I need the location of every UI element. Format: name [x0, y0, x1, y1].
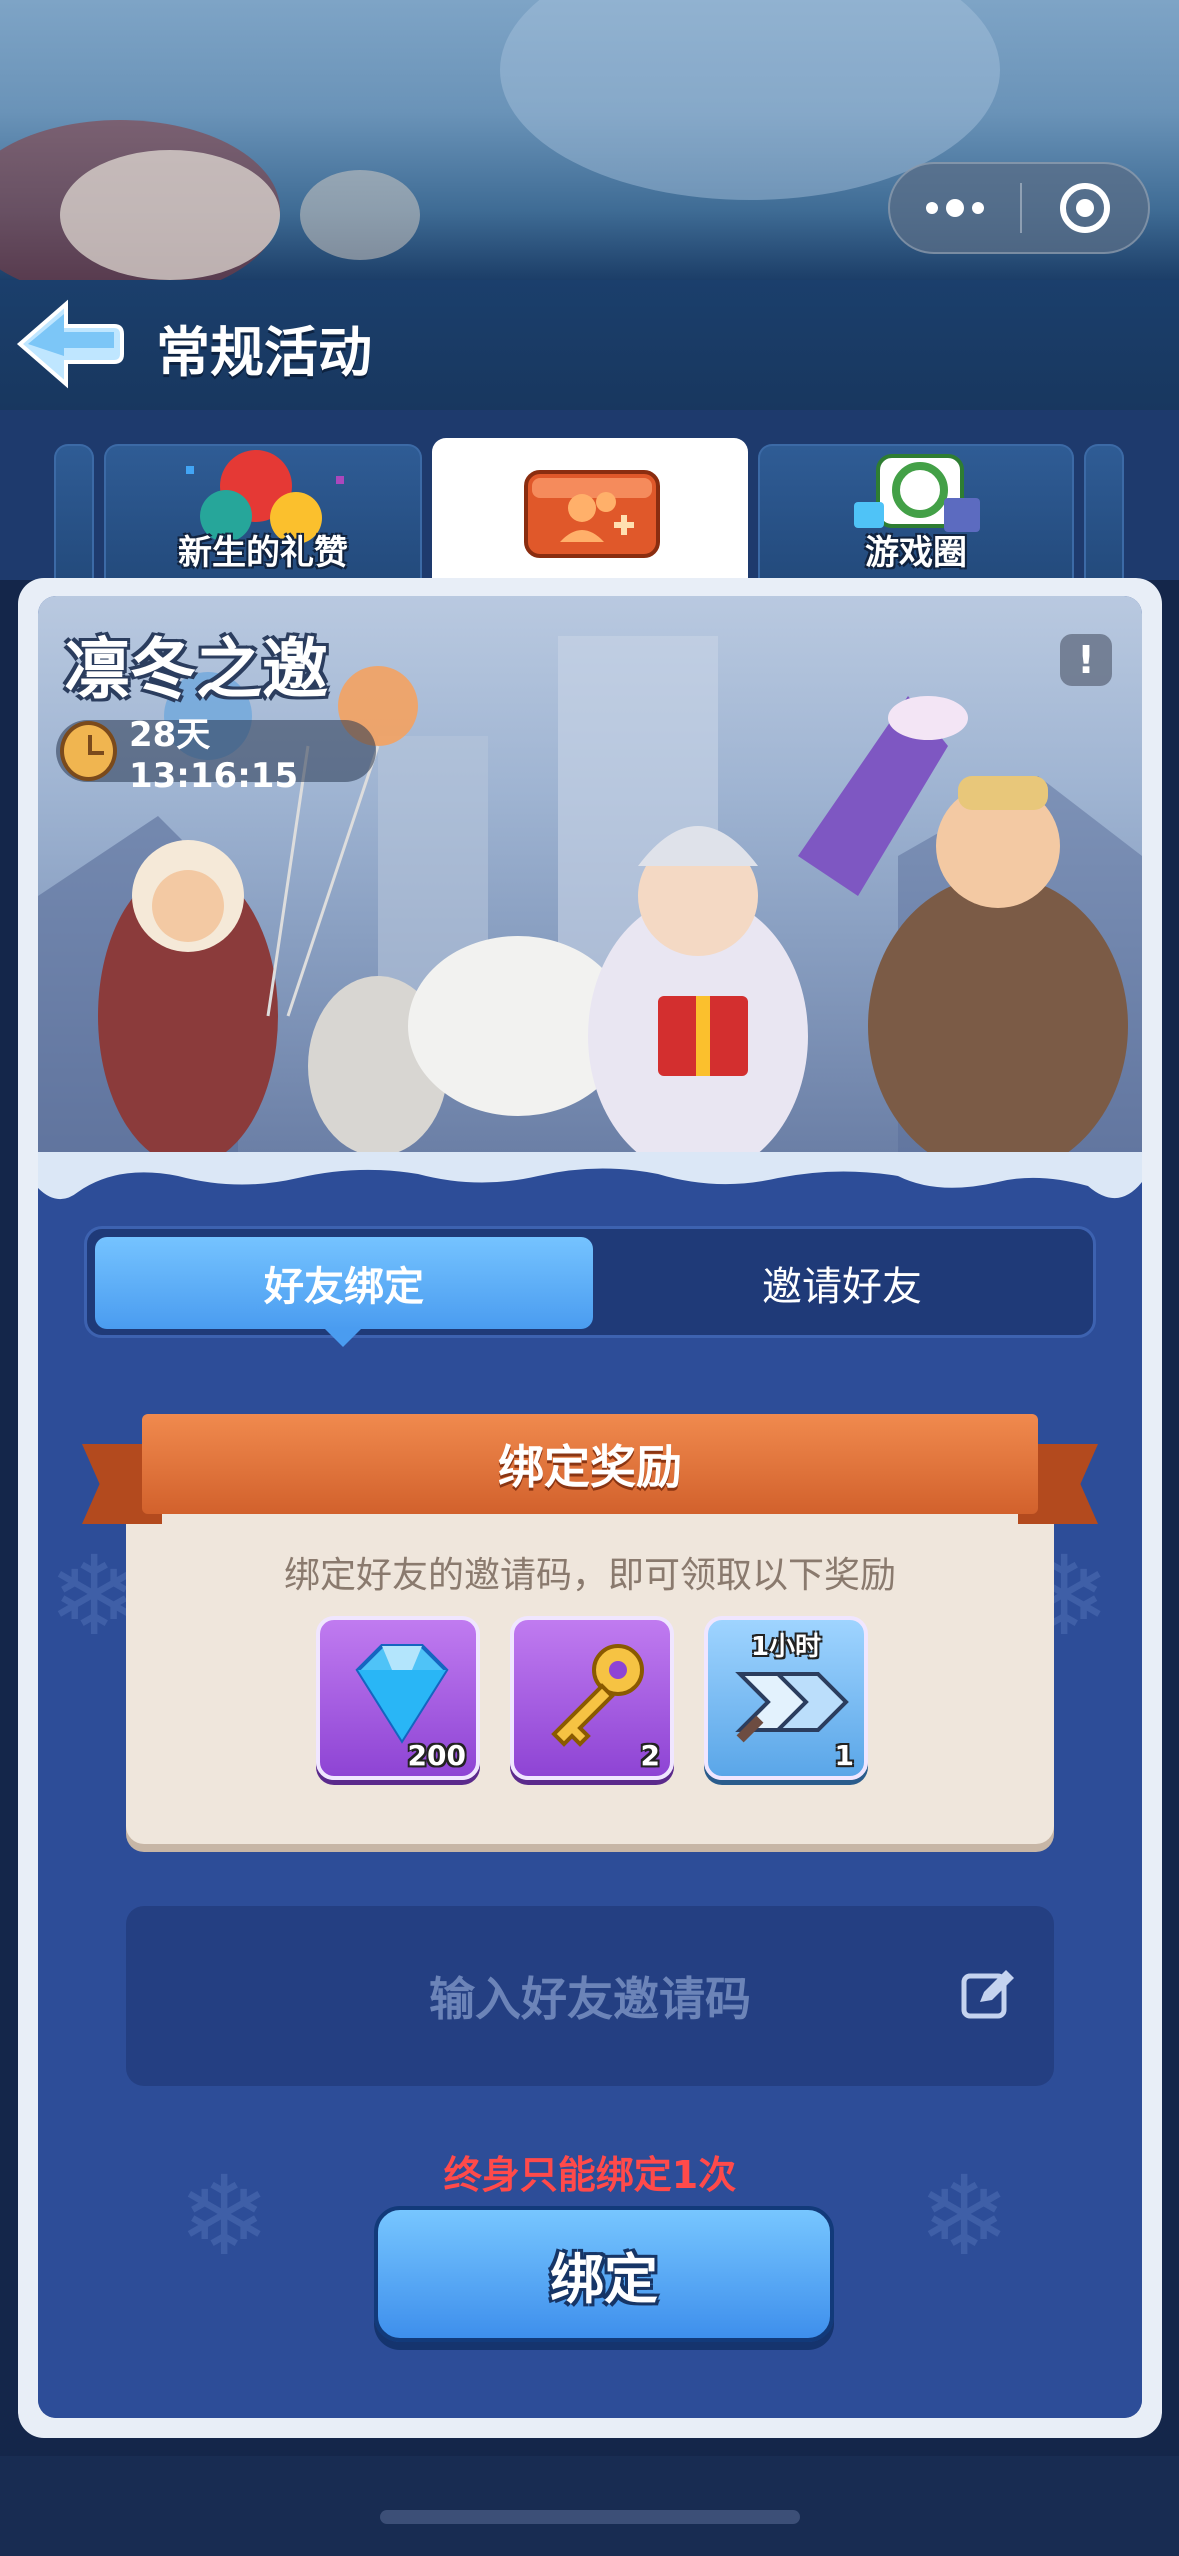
- bind-limit-notice: 终身只能绑定1次: [443, 2153, 737, 2197]
- tab-friend-bind[interactable]: 好友绑定: [95, 1237, 593, 1347]
- info-icon[interactable]: !: [1060, 634, 1112, 686]
- invite-code-placeholder: 输入好友邀请码: [429, 1972, 751, 2026]
- edit-icon[interactable]: [960, 1966, 1016, 2022]
- home-indicator[interactable]: [380, 2510, 800, 2524]
- invite-code-input[interactable]: 输入好友邀请码: [126, 1906, 1054, 2086]
- header-scene: [0, 0, 1179, 280]
- activity-panel: 凛冬之邀 28天 13:16:15 ! ❄ ❄ ❄ ❄ 好友绑定 邀请好友 绑定…: [18, 578, 1162, 2438]
- tab-friend-invite[interactable]: [432, 438, 748, 580]
- reward-item-diamond[interactable]: 200: [316, 1616, 480, 1780]
- tab-newborn-gift[interactable]: 新生的礼赞: [104, 444, 422, 580]
- tab-invite-friends[interactable]: 邀请好友: [593, 1237, 1091, 1329]
- tab-partial-right[interactable]: [1084, 444, 1124, 580]
- reward-items: 200 2 1小时 1: [316, 1616, 868, 1780]
- reward-title: 绑定奖励: [142, 1414, 1038, 1514]
- title-bar: 常规活动: [0, 280, 1179, 410]
- diamond-icon: [355, 1644, 449, 1744]
- reward-item-speedup[interactable]: 1小时 1: [704, 1616, 868, 1780]
- reward-count: 1: [834, 1739, 854, 1772]
- tab-game-circle[interactable]: 游戏圈: [758, 444, 1074, 580]
- bind-button[interactable]: 绑定: [374, 2206, 834, 2342]
- segment-control: 好友绑定 邀请好友: [84, 1226, 1096, 1347]
- mini-program-capsule: [888, 162, 1150, 254]
- reward-item-key[interactable]: 2: [510, 1616, 674, 1780]
- target-close-icon[interactable]: [1022, 183, 1148, 233]
- more-dots-icon[interactable]: [890, 164, 1020, 252]
- activity-tabs: 新生的礼赞 游戏圈: [0, 410, 1179, 580]
- timer-text: 28天 13:16:15: [128, 714, 299, 796]
- speedup-icon: [735, 1672, 849, 1743]
- tab-label: 游戏圈: [865, 533, 967, 573]
- friend-invite-icon: [524, 470, 660, 558]
- tab-label: 新生的礼赞: [178, 533, 348, 573]
- panel-inner: 凛冬之邀 28天 13:16:15 ! ❄ ❄ ❄ ❄ 好友绑定 邀请好友 绑定…: [38, 596, 1142, 2418]
- snow-edge: [38, 1152, 1142, 1200]
- back-arrow-icon[interactable]: [14, 296, 124, 392]
- key-icon: [551, 1644, 644, 1747]
- tab-partial-left[interactable]: [54, 444, 94, 580]
- event-title: 凛冬之邀: [64, 631, 328, 708]
- reward-ribbon: 绑定奖励: [82, 1414, 1098, 1524]
- reward-card: 绑定好友的邀请码，即可领取以下奖励 200 2 1小时 1: [126, 1486, 1054, 1844]
- reward-count: 200: [407, 1739, 466, 1772]
- event-banner: 凛冬之邀 28天 13:16:15 !: [38, 596, 1142, 1152]
- reward-count: 2: [640, 1739, 660, 1772]
- page-title: 常规活动: [156, 321, 372, 384]
- clock-icon: [60, 721, 117, 781]
- event-timer: 28天 13:16:15: [56, 715, 376, 796]
- bottom-bar: [0, 2456, 1179, 2556]
- reward-description: 绑定好友的邀请码，即可领取以下奖励: [283, 1555, 896, 1596]
